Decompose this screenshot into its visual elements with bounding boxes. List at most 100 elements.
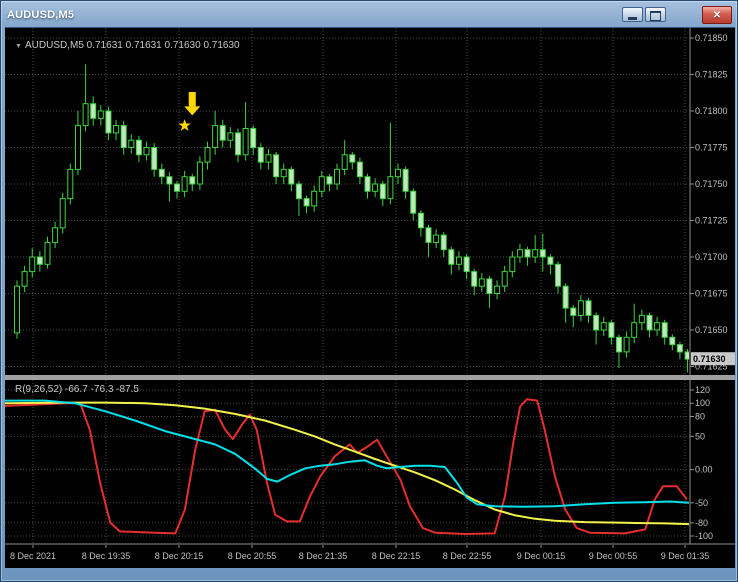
candle-body — [204, 147, 211, 163]
candle-body — [676, 344, 683, 353]
candle-body — [227, 132, 234, 141]
candle-body — [181, 176, 188, 192]
candle-body — [341, 154, 348, 170]
candle-body — [555, 263, 561, 287]
candle-body — [158, 168, 165, 178]
price-tick-label: 0.71825 — [695, 70, 728, 80]
candle-body — [456, 256, 462, 265]
indicator-label: R(9,26,52) -66.7 -76.3 -87.5 — [15, 384, 139, 395]
indicator-tick-label: 80 — [695, 412, 705, 422]
candle-body — [67, 168, 74, 200]
close-button[interactable]: ✕ — [702, 6, 732, 24]
time-tick-label: 8 Dec 19:35 — [82, 551, 131, 561]
candle-body — [616, 336, 622, 353]
ohlc-label: AUDUSD,M5 0.71631 0.71631 0.71630 0.7163… — [25, 40, 240, 51]
candle-body — [36, 256, 43, 265]
minimize-button[interactable] — [622, 7, 643, 22]
candle-body — [265, 154, 272, 163]
candle-body — [364, 176, 371, 192]
price-tick-label: 0.71800 — [695, 106, 728, 116]
candle-body — [524, 249, 531, 258]
candle-body — [120, 125, 127, 148]
candle-body — [623, 336, 630, 353]
indicator-tick-label: -80 — [695, 518, 708, 528]
candle-body — [280, 168, 287, 178]
candle-body — [113, 125, 120, 134]
candle-body — [395, 168, 401, 178]
candle-body — [356, 161, 363, 178]
time-tick-label: 9 Dec 01:35 — [661, 551, 710, 561]
candle-body — [372, 183, 379, 192]
candle-body — [29, 256, 36, 273]
time-tick-label: 9 Dec 00:15 — [517, 551, 566, 561]
chart-svg[interactable]: 0.71850 0.71825 0.71800 0.71775 0.71750 0.717… — [5, 28, 735, 568]
indicator-tick-label: 120 — [695, 385, 710, 395]
candle-body — [295, 183, 302, 200]
candle-body — [379, 183, 386, 200]
chart-frame: 0.71850 0.71825 0.71800 0.71775 0.71750 0.717… — [5, 27, 735, 568]
indicator-tick-label: 50 — [695, 431, 705, 441]
candle-body — [326, 176, 333, 185]
candle-body — [448, 249, 455, 265]
candle-body — [638, 314, 645, 324]
candle-body — [250, 128, 257, 148]
candle-body — [463, 256, 470, 273]
indicator-tick-label: -100 — [695, 531, 713, 541]
indicator-tick-label: -50 — [695, 498, 708, 508]
price-tick-label: 0.71675 — [695, 289, 728, 299]
candle-body — [75, 125, 81, 170]
current-price-label: 0.71630 — [693, 354, 726, 364]
candle-body — [82, 103, 89, 127]
candle-body — [577, 300, 584, 316]
chart-canvas[interactable]: 0.71850 0.71825 0.71800 0.71775 0.71750 0.717… — [5, 28, 735, 568]
candle-body — [562, 285, 569, 309]
candle-body — [97, 110, 104, 119]
candle-body — [440, 234, 447, 251]
minimize-icon — [628, 17, 637, 20]
pane-splitter[interactable] — [5, 375, 735, 380]
candle-body — [105, 110, 112, 134]
price-tick-label: 0.71850 — [695, 33, 728, 43]
time-tick-label: 8 Dec 22:15 — [372, 551, 421, 561]
candle-body — [242, 128, 249, 156]
candle-body — [478, 278, 485, 287]
candle-body — [547, 256, 554, 265]
candle-body — [387, 176, 394, 200]
candle-body — [608, 322, 615, 338]
candle-body — [235, 132, 241, 156]
candle-body — [646, 314, 653, 331]
candle-body — [585, 300, 592, 316]
candle-body — [273, 154, 280, 178]
candle-body — [288, 168, 295, 185]
window-title: AUDUSD,M5 — [7, 9, 75, 21]
candle-body — [52, 227, 59, 243]
title-bar[interactable]: AUDUSD,M5 — [7, 5, 597, 25]
price-tick-label: 0.71725 — [695, 216, 728, 226]
candle-body — [486, 278, 493, 294]
candle-body — [90, 103, 97, 119]
candle-body — [196, 161, 203, 185]
price-tick-label: 0.71775 — [695, 143, 728, 153]
candle-body — [539, 249, 546, 258]
candle-body — [59, 198, 66, 229]
candle-body — [661, 322, 668, 338]
candle-body — [311, 190, 318, 207]
object-marker-icon: ▼ — [15, 43, 22, 50]
maximize-icon — [650, 10, 661, 21]
price-tick-label: 0.71750 — [695, 179, 728, 189]
maximize-button[interactable] — [645, 7, 666, 22]
candle-body — [21, 271, 28, 287]
candle-body — [417, 212, 424, 229]
candle-body — [509, 256, 516, 273]
candle-body — [494, 285, 501, 295]
candle-body — [402, 168, 409, 192]
time-tick-label: 8 Dec 2021 — [10, 551, 56, 561]
close-icon: ✕ — [712, 9, 722, 21]
candle-body — [433, 234, 440, 243]
candle-body — [410, 190, 417, 214]
candle-body — [303, 198, 310, 207]
candle-body — [532, 249, 539, 258]
candle-body — [600, 322, 607, 331]
candle-body — [143, 147, 150, 156]
candle-body — [189, 176, 196, 185]
